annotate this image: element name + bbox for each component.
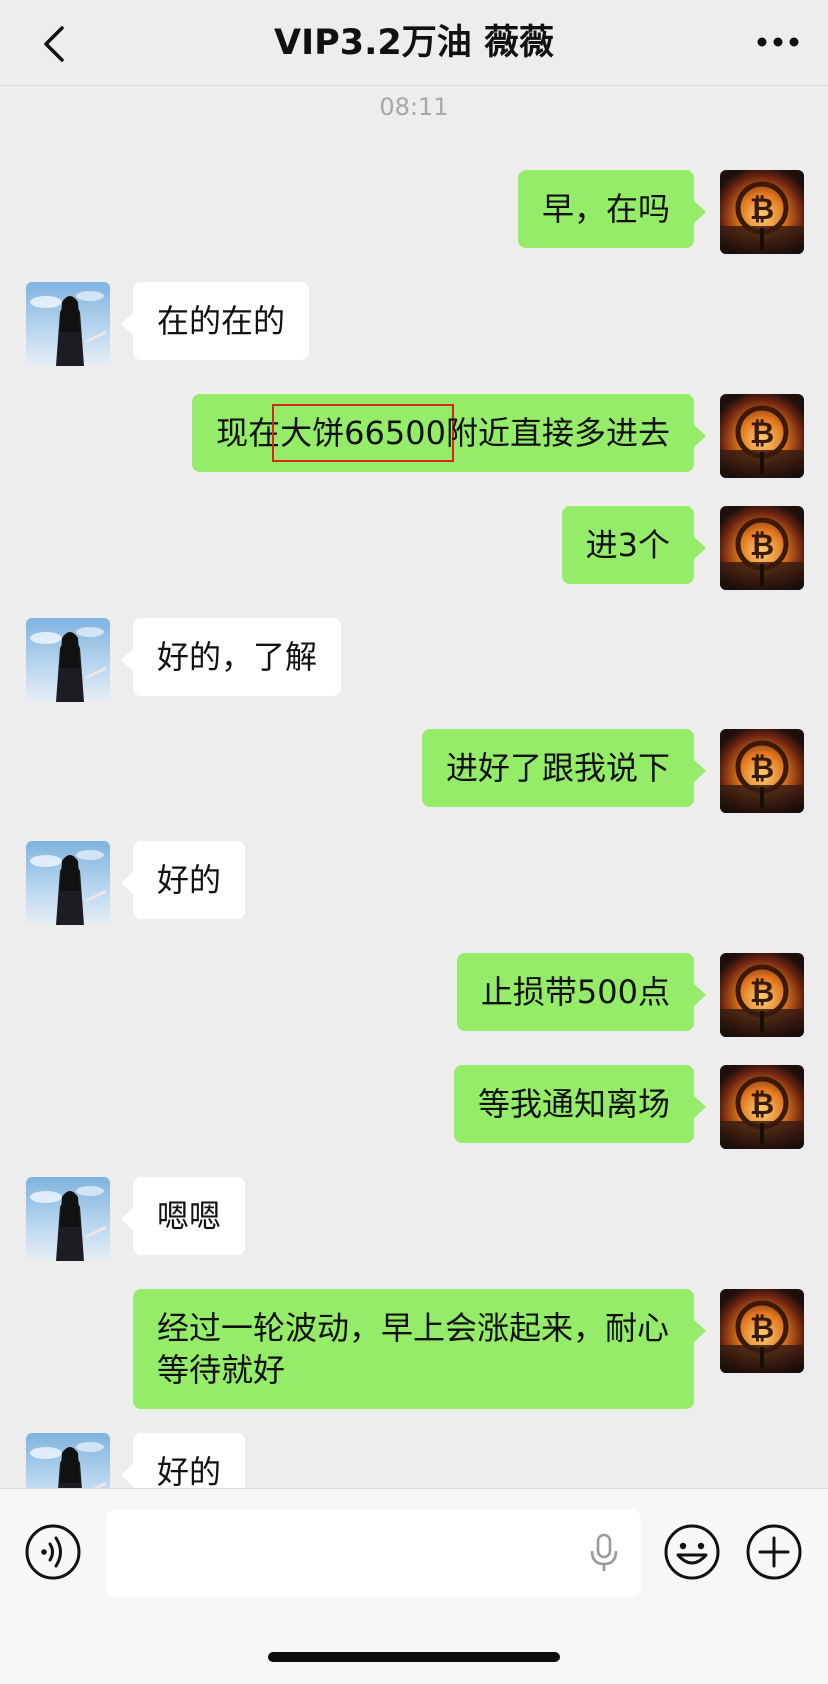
message-text-after: 附近直接多进去 (445, 414, 670, 452)
outgoing-message[interactable]: 早，在吗 (517, 170, 707, 248)
my-avatar[interactable]: ₿ (720, 394, 804, 478)
my-avatar[interactable]: ₿ (720, 1289, 804, 1373)
my-avatar[interactable]: ₿ (720, 729, 804, 813)
woman-sky-avatar-icon (26, 1177, 110, 1261)
bitcoin-sunset-avatar-icon: ₿ (720, 953, 804, 1037)
outgoing-message[interactable]: 止损带500点 (456, 953, 707, 1031)
svg-text:₿: ₿ (750, 1087, 774, 1122)
bitcoin-sunset-avatar-icon: ₿ (720, 394, 804, 478)
voice-wave-icon[interactable] (24, 1523, 82, 1581)
my-avatar[interactable]: ₿ (720, 506, 804, 590)
message-timestamp: 08:11 (379, 93, 449, 121)
svg-text:₿: ₿ (750, 1311, 774, 1346)
home-indicator[interactable] (268, 1652, 560, 1662)
contact-avatar[interactable] (26, 1177, 110, 1261)
contact-avatar[interactable] (26, 841, 110, 925)
contact-avatar[interactable] (26, 282, 110, 366)
incoming-message[interactable]: 嗯嗯 (120, 1177, 246, 1255)
bitcoin-sunset-avatar-icon: ₿ (720, 506, 804, 590)
woman-sky-avatar-icon (26, 618, 110, 702)
outgoing-message[interactable]: 现在大饼66500附近直接多进去 (192, 394, 706, 472)
my-avatar[interactable]: ₿ (720, 953, 804, 1037)
svg-text:₿: ₿ (750, 192, 774, 227)
outgoing-message[interactable]: 进好了跟我说下 (421, 729, 707, 807)
plus-circle-icon[interactable] (745, 1523, 803, 1581)
contact-avatar[interactable] (26, 618, 110, 702)
chat-header: VIP3.2万油 薇薇 (0, 0, 828, 86)
incoming-message[interactable]: 好的 (120, 841, 246, 919)
svg-text:₿: ₿ (750, 528, 774, 563)
microphone-icon[interactable] (588, 1533, 620, 1573)
incoming-message[interactable]: 好的，了解 (120, 618, 342, 696)
bitcoin-sunset-avatar-icon: ₿ (720, 1289, 804, 1373)
woman-sky-avatar-icon (26, 841, 110, 925)
incoming-message[interactable]: 在的在的 (120, 282, 310, 360)
outgoing-message[interactable]: 进3个 (561, 506, 707, 584)
message-input[interactable] (106, 1509, 641, 1597)
my-avatar[interactable]: ₿ (720, 1065, 804, 1149)
svg-text:₿: ₿ (750, 975, 774, 1010)
bitcoin-sunset-avatar-icon: ₿ (720, 170, 804, 254)
chat-title: VIP3.2万油 薇薇 (274, 23, 554, 63)
svg-text:₿: ₿ (750, 751, 774, 786)
svg-text:₿: ₿ (750, 416, 774, 451)
more-dots-icon[interactable] (752, 26, 804, 58)
smiley-icon[interactable] (663, 1523, 721, 1581)
bitcoin-sunset-avatar-icon: ₿ (720, 1065, 804, 1149)
outgoing-message[interactable]: 等我通知离场 (453, 1065, 707, 1143)
woman-sky-avatar-icon (26, 282, 110, 366)
message-text-before: 现在 (216, 414, 281, 452)
chat-screen: VIP3.2万油 薇薇 08:11 早，在吗 ₿ 在的在的 现在大饼66500附… (0, 0, 828, 1684)
outgoing-message[interactable]: 经过一轮波动，早上会涨起来，耐心等待就好 (133, 1289, 706, 1409)
my-avatar[interactable]: ₿ (720, 170, 804, 254)
bitcoin-sunset-avatar-icon: ₿ (720, 729, 804, 813)
highlight-box: 大饼66500 (272, 404, 454, 462)
